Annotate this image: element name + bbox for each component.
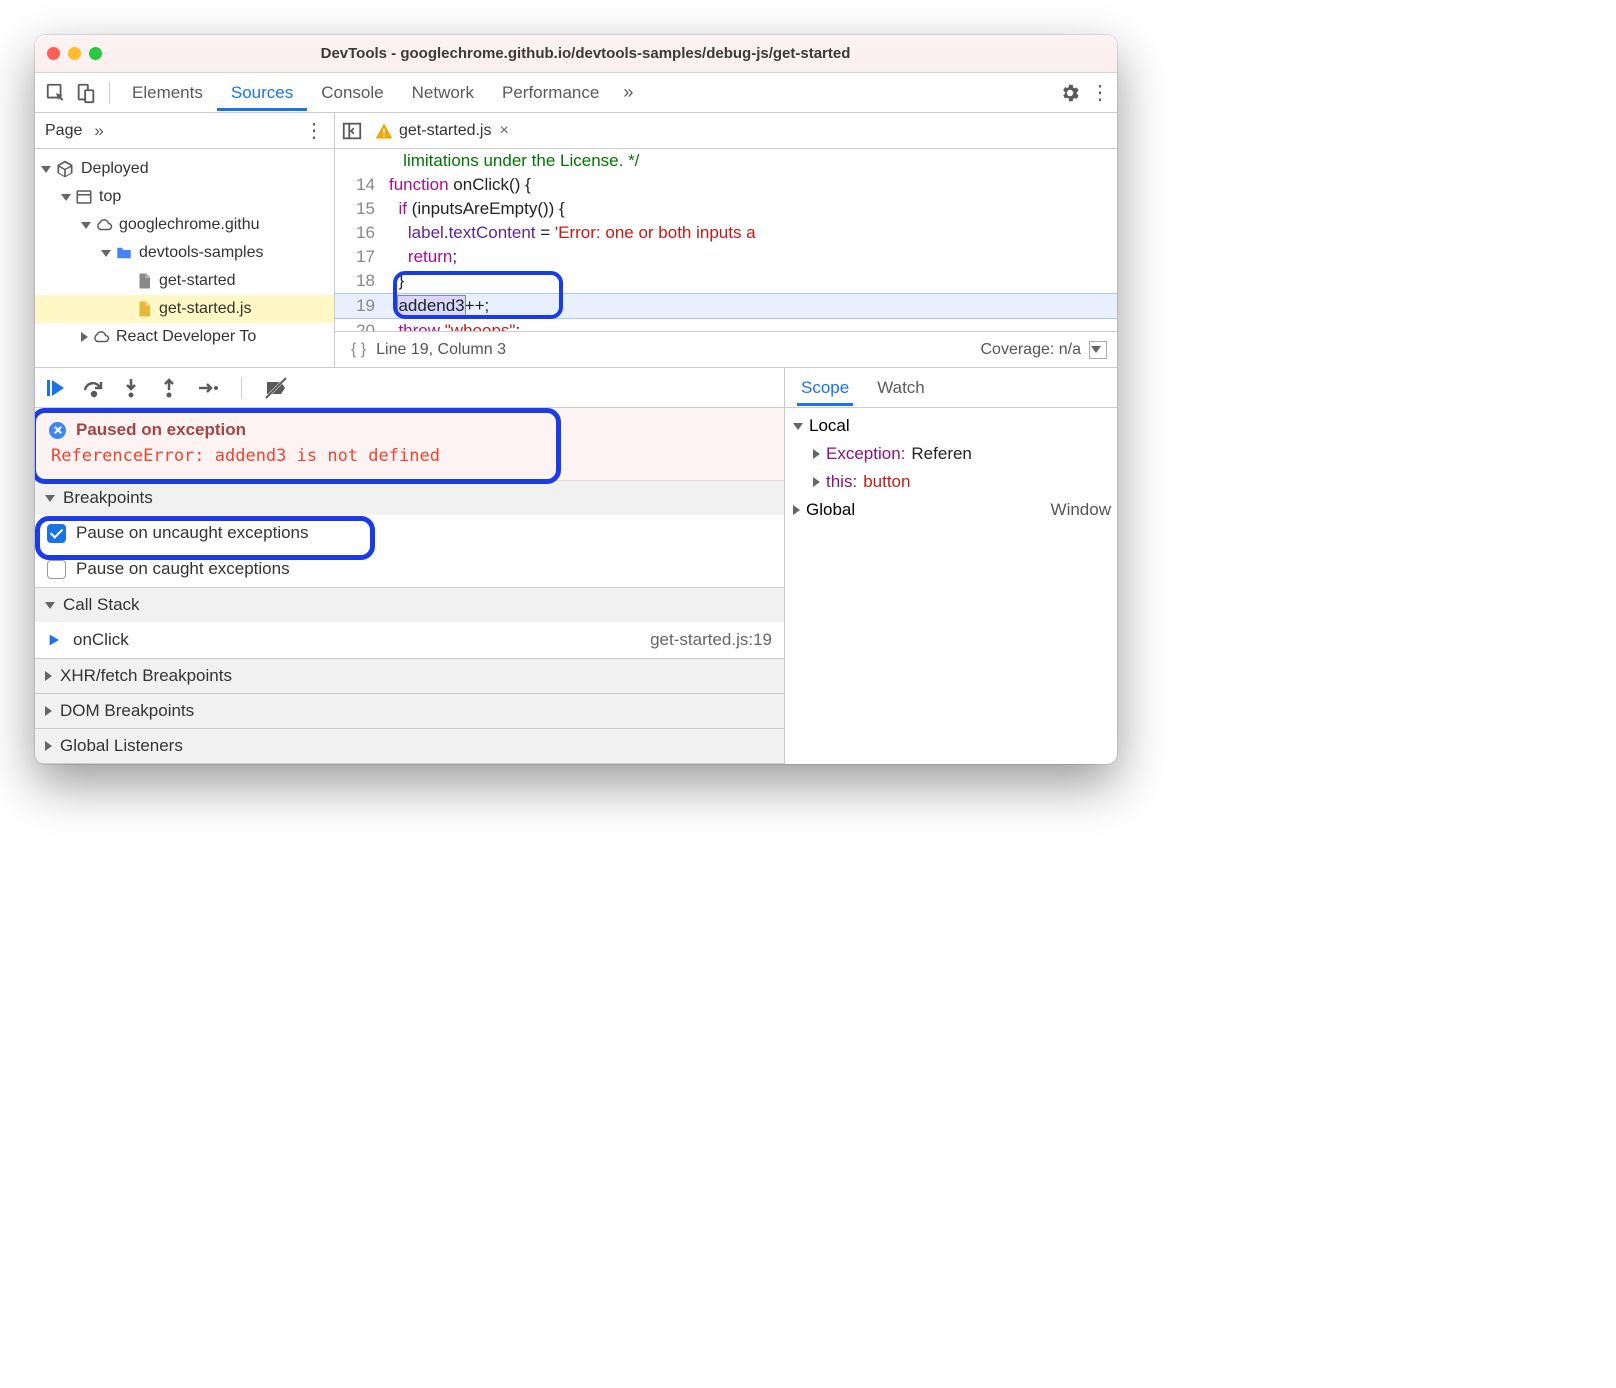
tree-file-html[interactable]: get-started [35, 267, 334, 295]
xhr-breakpoints-header[interactable]: XHR/fetch Breakpoints [35, 659, 784, 693]
tree-extension[interactable]: React Developer To [35, 323, 334, 351]
traffic-lights [47, 47, 102, 60]
js-file-icon [135, 300, 153, 318]
editor-filename[interactable]: get-started.js [399, 122, 491, 140]
minimize-window-icon[interactable] [68, 47, 81, 60]
tab-elements[interactable]: Elements [118, 75, 217, 111]
navigator-pane: Page » ⋮ Deployed top googlechrome.githu… [35, 113, 335, 367]
tab-console[interactable]: Console [307, 75, 397, 111]
inspect-icon[interactable] [43, 80, 69, 106]
checkbox-icon[interactable] [47, 560, 66, 579]
breakpoints-header[interactable]: Breakpoints [35, 481, 784, 515]
zoom-window-icon[interactable] [89, 47, 102, 60]
warning-icon [375, 122, 393, 140]
step-out-icon[interactable] [157, 376, 181, 400]
tree-top[interactable]: top [35, 183, 334, 211]
dom-breakpoints-header[interactable]: DOM Breakpoints [35, 694, 784, 728]
more-tabs-icon[interactable]: » [613, 82, 643, 103]
window-title: DevTools - googlechrome.github.io/devtoo… [116, 45, 1055, 62]
titlebar: DevTools - googlechrome.github.io/devtoo… [35, 35, 1117, 73]
editor-tabbar: get-started.js × [335, 113, 1117, 149]
code-editor[interactable]: limitations under the License. */ 14func… [335, 149, 1117, 331]
cloud-icon [92, 328, 110, 346]
checkbox-icon[interactable] [47, 524, 66, 543]
coverage-label: Coverage: n/a [980, 341, 1081, 359]
cloud-icon [95, 216, 113, 234]
annotation-box [393, 271, 563, 319]
current-frame-icon [47, 632, 63, 648]
settings-icon[interactable] [1059, 82, 1081, 104]
debugger-pane: Paused on exception ReferenceError: adde… [35, 368, 785, 764]
devtools-window: DevTools - googlechrome.github.io/devtoo… [35, 35, 1117, 764]
pause-caught-row[interactable]: Pause on caught exceptions [35, 551, 784, 587]
toggle-navigator-icon[interactable] [341, 120, 363, 142]
error-text: ReferenceError: addend3 is not defined [51, 446, 770, 466]
step-over-icon[interactable] [81, 376, 105, 400]
callstack-frame[interactable]: onClick get-started.js:19 [35, 622, 784, 658]
pause-uncaught-row[interactable]: Pause on uncaught exceptions [35, 515, 784, 551]
tree-deployed[interactable]: Deployed [35, 155, 334, 183]
debugger-toolbar [35, 368, 784, 408]
main-toolbar: Elements Sources Console Network Perform… [35, 73, 1117, 113]
tab-watch[interactable]: Watch [873, 370, 929, 406]
step-icon[interactable] [195, 376, 219, 400]
tab-scope[interactable]: Scope [797, 370, 853, 406]
scope-this[interactable]: this: button [785, 468, 1117, 496]
cursor-position: Line 19, Column 3 [376, 341, 506, 359]
close-window-icon[interactable] [47, 47, 60, 60]
navigator-tab-page[interactable]: Page [45, 122, 82, 140]
callstack-header[interactable]: Call Stack [35, 588, 784, 622]
scope-pane: Scope Watch Local Exception: Referen thi… [785, 368, 1117, 764]
editor-statusbar: { } Line 19, Column 3 Coverage: n/a [335, 331, 1117, 367]
file-tree: Deployed top googlechrome.githu devtools… [35, 149, 334, 357]
separator [109, 82, 110, 104]
pretty-print-icon[interactable]: { } [351, 341, 366, 359]
coverage-dropdown-icon[interactable] [1089, 341, 1107, 359]
tab-network[interactable]: Network [398, 75, 488, 111]
global-listeners-header[interactable]: Global Listeners [35, 729, 784, 763]
tab-sources[interactable]: Sources [217, 75, 307, 111]
pause-message: Paused on exception ReferenceError: adde… [35, 408, 784, 481]
window-icon [75, 188, 93, 206]
resume-icon[interactable] [43, 376, 67, 400]
navigator-menu-icon[interactable]: ⋮ [304, 118, 324, 143]
separator [241, 377, 242, 399]
tree-folder[interactable]: devtools-samples [35, 239, 334, 267]
tab-performance[interactable]: Performance [488, 75, 613, 111]
kebab-menu-icon[interactable]: ⋮ [1089, 80, 1111, 105]
editor-pane: get-started.js × limitations under the L… [335, 113, 1117, 367]
tree-domain[interactable]: googlechrome.githu [35, 211, 334, 239]
scope-exception[interactable]: Exception: Referen [785, 440, 1117, 468]
close-tab-icon[interactable]: × [499, 122, 508, 140]
tree-file-js[interactable]: get-started.js [35, 295, 334, 323]
device-toolbar-icon[interactable] [73, 80, 99, 106]
navigator-more-tabs-icon[interactable]: » [94, 121, 103, 141]
error-icon [49, 422, 66, 439]
scope-local[interactable]: Local [785, 412, 1117, 440]
file-icon [135, 272, 153, 290]
cube-icon [55, 159, 75, 179]
deactivate-breakpoints-icon[interactable] [264, 376, 288, 400]
folder-icon [115, 244, 133, 262]
step-into-icon[interactable] [119, 376, 143, 400]
scope-global[interactable]: GlobalWindow [785, 496, 1117, 524]
navigator-header: Page » ⋮ [35, 113, 334, 149]
